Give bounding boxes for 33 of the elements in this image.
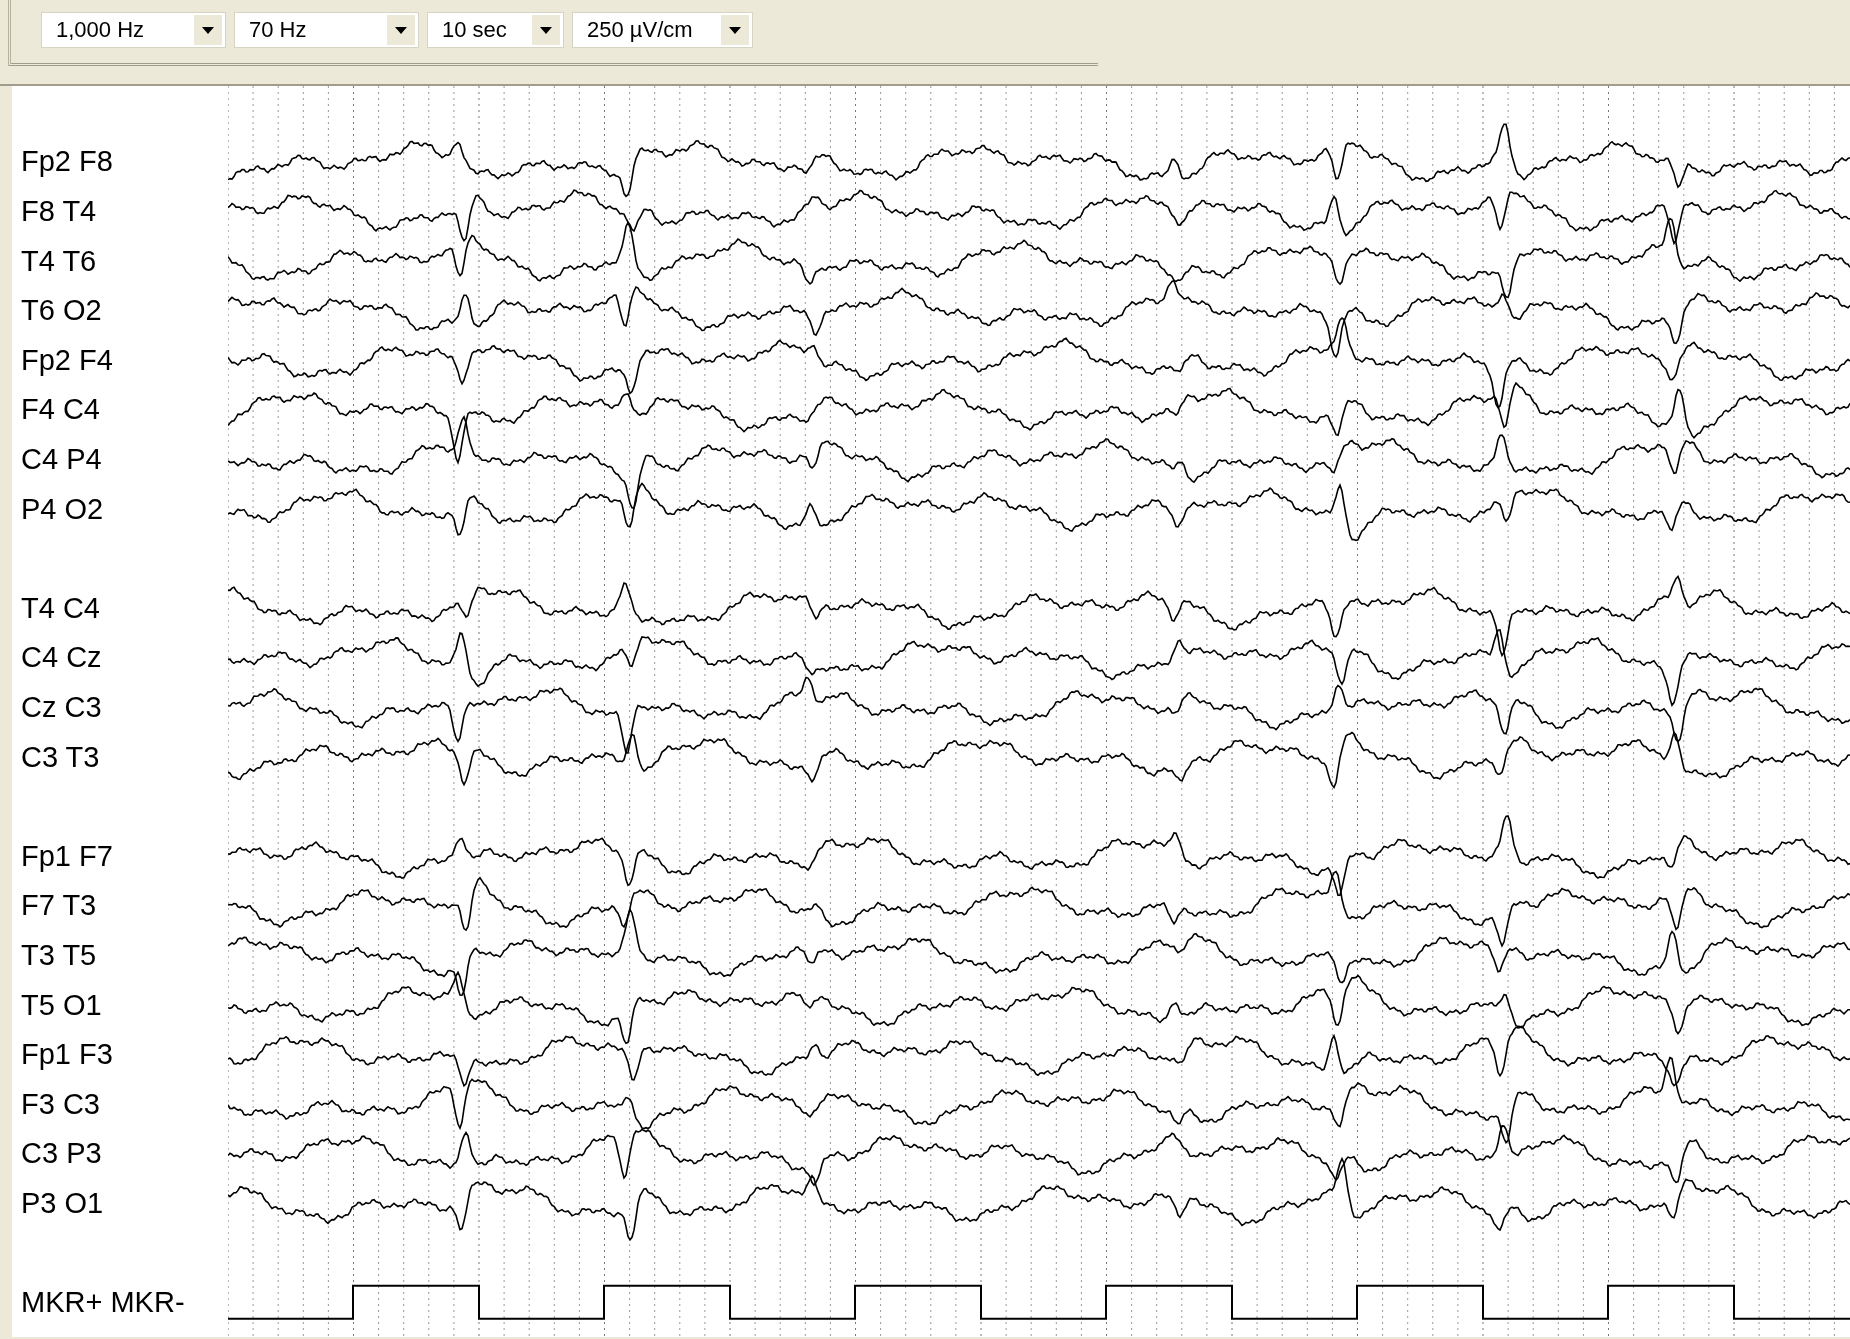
channel-label: F7 T3 [21, 889, 97, 923]
channel-label: Fp2 F4 [21, 343, 113, 377]
channel-label: F4 C4 [21, 393, 100, 427]
dropdown-arrow-button[interactable] [720, 14, 750, 46]
dropdown[interactable]: 1,000 Hz [41, 12, 226, 48]
channel-label: F3 C3 [21, 1087, 100, 1121]
caret-icon [395, 26, 407, 34]
channel-label: Fp1 F7 [21, 839, 113, 873]
channel-label: T3 T5 [21, 939, 97, 972]
channel-label: T4 T6 [21, 244, 97, 278]
dropdown-arrow-button[interactable] [531, 14, 561, 46]
channel-label: T6 O2 [21, 294, 102, 328]
channel-label: C4 P4 [21, 443, 102, 477]
caret-icon [729, 26, 741, 34]
channel-label: F8 T4 [21, 195, 97, 229]
channel-label: Fp2 F8 [21, 145, 113, 179]
channel-label: Fp1 F3 [21, 1038, 113, 1072]
dropdown[interactable]: 70 Hz [234, 12, 419, 48]
channel-label: C4 Cz [21, 641, 102, 675]
channel-label: C3 T3 [21, 740, 100, 774]
dropdown[interactable]: 10 sec [427, 12, 564, 48]
channel-label: T4 C4 [21, 591, 100, 625]
caret-icon [202, 26, 214, 34]
channel-label: Cz C3 [21, 691, 102, 724]
dropdown-arrow-button[interactable] [386, 14, 416, 46]
caret-icon [540, 26, 552, 34]
channel-label: MKR+ MKR- [21, 1286, 185, 1320]
dropdown-arrow-button[interactable] [193, 14, 223, 46]
channel-label: P4 O2 [21, 492, 104, 526]
channel-label: P3 O1 [21, 1186, 104, 1220]
dropdown[interactable]: 250 µV/cm [572, 12, 753, 48]
channel-label: T5 O1 [21, 988, 102, 1022]
channel-label: C3 P3 [21, 1137, 102, 1171]
